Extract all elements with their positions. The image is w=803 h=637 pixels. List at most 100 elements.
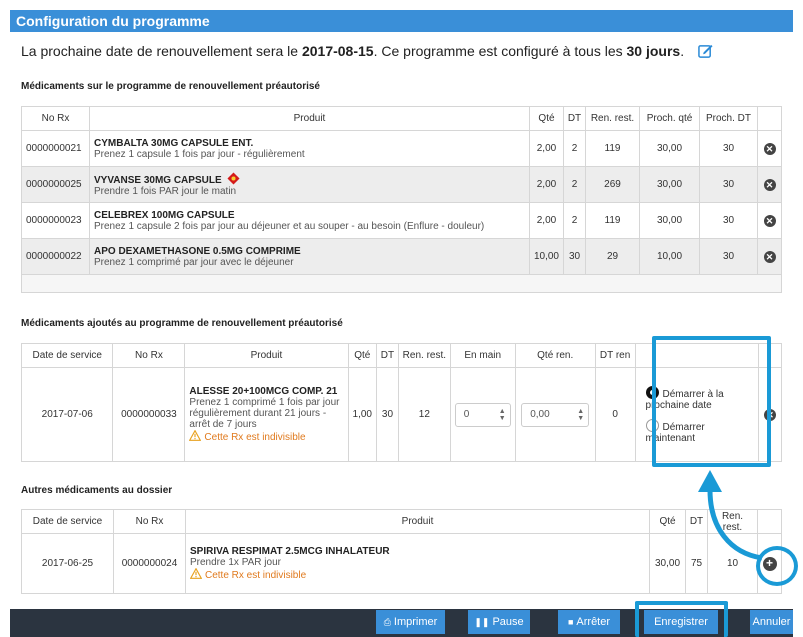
warning-icon [190,568,202,579]
renewals-left: 269 [585,166,640,203]
renew-qty-stepper[interactable]: 0,00 ▲ ▼ [521,402,590,427]
qty: 2,00 [528,166,565,203]
next-qty: 30,00 [639,202,700,239]
col-header: No Rx [112,343,186,368]
product-cell: ALESSE 20+100MCG COMP. 21 Prenez 1 compr… [184,367,349,462]
col-header: En main [449,343,516,368]
rx-number: 0000000024 [113,533,186,594]
section-title-other: Autres médicaments au dossier [21,485,173,496]
product-instructions: Prenez 1 capsule 1 fois par jour - régul… [94,148,305,160]
next-qty: 10,00 [639,238,700,275]
highlight-start-options [652,336,771,467]
warning-text: Cette Rx est indivisible [204,432,306,443]
print-label: Imprimer [393,616,438,628]
indivisible-warning: Cette Rx est indivisible [190,568,645,581]
stop-button[interactable]: ■ Arrêter [558,610,620,634]
headline-suffix: . [680,43,685,59]
rx-number: 0000000025 [21,166,90,203]
stop-label: Arrêter [576,616,611,628]
service-date: 2017-06-25 [21,533,114,594]
col-header: Produit [185,509,650,534]
next-qty: 30,00 [639,130,700,167]
dialog-title: Configuration du programme [10,10,793,32]
product-name: CELEBREX 100MG CAPSULE [94,209,235,221]
edit-icon[interactable] [698,43,713,58]
renew-qty-value: 0,00 [530,409,550,420]
pause-icon: ❚❚ [474,617,490,627]
product-name: SPIRIVA RESPIMAT 2.5MCG INHALATEUR [190,546,390,557]
cancel-button[interactable]: Annuler [750,610,793,634]
product-instructions: Prenez 1 comprimé 1 fois par jour réguli… [189,397,340,430]
rx-number: 0000000033 [112,367,186,462]
dt: 30 [563,238,586,275]
product-name: ALESSE 20+100MCG COMP. 21 [189,386,338,397]
on-hand-stepper[interactable]: 0 ▲ ▼ [454,402,511,427]
pause-button[interactable]: ❚❚ Pause [468,610,530,634]
product-cell: CYMBALTA 30MG CAPSULE ENT. Prenez 1 capsu… [89,130,530,167]
table-row: 0000000021 CYMBALTA 30MG CAPSULE ENT. Pre… [21,130,782,167]
col-header: Produit [89,106,530,131]
remove-icon[interactable]: ✕ [763,178,776,191]
product-cell: VYVANSE 30MG CAPSULE Prendre 1 fois PAR … [89,166,530,203]
program-table: No Rx Produit Qté DT Ren. rest. Proch. q… [21,106,782,275]
rx-number: 0000000021 [21,130,90,167]
warning-icon [189,430,202,441]
section-title-program: Médicaments sur le programme de renouvel… [21,81,320,92]
highlight-save-button [635,601,728,637]
table-row: 0000000025 VYVANSE 30MG CAPSULE Prendre … [21,166,782,203]
renewal-interval: 30 jours [626,43,681,59]
rx-number: 0000000022 [21,238,90,275]
renewal-headline: La prochaine date de renouvellement sera… [21,43,713,59]
narcotic-warning-icon [227,172,240,185]
qty: 2,00 [528,130,565,167]
renew-dt: 0 [594,367,636,462]
product-cell: SPIRIVA RESPIMAT 2.5MCG INHALATEUR Prend… [185,533,650,594]
next-dt: 30 [699,166,758,203]
col-header [757,106,782,131]
renewals-left: 29 [585,238,640,275]
table-row: 0000000023 CELEBREX 100MG CAPSULE Prenez … [21,202,782,239]
section-title-added: Médicaments ajoutés au programme de reno… [21,318,343,329]
remove-icon[interactable]: ✕ [763,250,776,263]
headline-prefix: La prochaine date de renouvellement sera… [21,43,302,59]
warning-text: Cette Rx est indivisible [205,570,307,581]
service-date: 2017-07-06 [20,367,114,462]
next-dt: 30 [699,238,758,275]
table-row: 2017-06-25 0000000024 SPIRIVA RESPIMAT 2… [21,533,782,594]
renewal-date: 2017-08-15 [301,43,374,59]
headline-middle: . Ce programme est configuré à tous les [373,43,627,59]
remove-icon[interactable]: ✕ [763,142,776,155]
print-button[interactable]: ⎙ Imprimer [376,610,445,634]
product-instructions: Prendre 1x PAR jour [190,557,281,568]
product-name: VYVANSE 30MG CAPSULE [94,175,222,186]
col-header: Produit [184,343,349,368]
pause-label: Pause [492,616,524,628]
col-header: Proch. qté [639,106,700,131]
stepper-arrows-icon[interactable]: ▲ ▼ [577,408,584,422]
qty: 2,00 [528,202,565,239]
col-header: DT ren [594,343,636,368]
cancel-label: Annuler [752,616,791,628]
product-cell: APO DEXAMETHASONE 0.5MG COMPRIME Prenez 1… [89,238,530,275]
indivisible-warning: Cette Rx est indivisible [189,430,343,443]
dt: 2 [563,130,586,167]
printer-icon: ⎙ [383,617,391,627]
on-hand-value: 0 [463,409,470,420]
col-header: No Rx [113,509,186,534]
col-header: Ren. rest. [397,343,451,368]
col-header: Qté [347,343,377,368]
product-instructions: Prenez 1 comprimé par jour avec le déjeu… [94,256,294,268]
col-header: DT [563,106,586,131]
remove-icon[interactable]: ✕ [763,214,776,227]
dt: 30 [375,367,399,462]
next-dt: 30 [699,202,758,239]
product-name: APO DEXAMETHASONE 0.5MG COMPRIME [94,245,301,257]
dt: 2 [563,166,586,203]
col-header: DT [375,343,399,368]
table-row: 0000000022 APO DEXAMETHASONE 0.5MG COMPR… [21,238,782,275]
stop-icon: ■ [567,617,574,627]
stepper-arrows-icon[interactable]: ▲ ▼ [499,408,506,422]
qty: 10,00 [528,238,565,275]
col-header: Proch. DT [699,106,758,131]
product-name: CYMBALTA 30MG CAPSULE ENT. [94,137,254,149]
